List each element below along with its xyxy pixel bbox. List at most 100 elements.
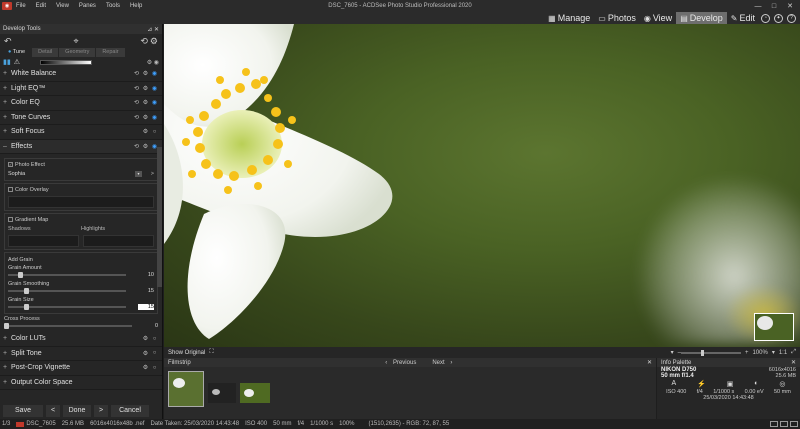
mode-edit[interactable]: ✎ Edit bbox=[727, 12, 759, 24]
navigator-thumbnail[interactable] bbox=[754, 313, 794, 341]
dropdown-arrow-icon[interactable]: ▾ bbox=[135, 171, 142, 177]
next-button[interactable]: Next › bbox=[428, 360, 452, 366]
power-icon[interactable]: ◉ bbox=[150, 99, 159, 106]
cancel-button[interactable]: Cancel bbox=[111, 405, 149, 417]
expand-icon[interactable]: + bbox=[3, 70, 11, 77]
mode-develop[interactable]: ▤ Develop bbox=[676, 12, 727, 24]
section-soft-focus[interactable]: + Soft Focus ⚙ ○ bbox=[0, 125, 162, 140]
slider-knob[interactable] bbox=[24, 288, 29, 294]
warning-icon[interactable]: ⚠ bbox=[14, 58, 20, 66]
power-icon[interactable]: ○ bbox=[150, 336, 159, 342]
power-icon[interactable]: ○ bbox=[150, 365, 159, 371]
settings-icon[interactable]: ⚙ bbox=[150, 36, 158, 46]
slider-knob[interactable] bbox=[4, 323, 9, 329]
thumbnail[interactable] bbox=[240, 383, 270, 403]
view-mode-icon[interactable]: ▾ bbox=[671, 349, 674, 356]
power-icon[interactable]: ◉ bbox=[150, 114, 159, 121]
collapse-icon[interactable]: – bbox=[3, 143, 11, 150]
section-tone-curves[interactable]: + Tone Curves ⟲ ⚙ ◉ bbox=[0, 111, 162, 125]
shadows-color-select[interactable] bbox=[8, 235, 79, 247]
cross-process-slider[interactable]: 0 bbox=[4, 322, 158, 330]
reset-icon[interactable]: ⟲ bbox=[132, 143, 141, 150]
zoom-level[interactable]: 100% bbox=[752, 350, 767, 356]
expand-icon[interactable]: + bbox=[3, 379, 11, 386]
photo-effect-select[interactable]: Sophia ▾ > bbox=[8, 170, 154, 178]
undo-icon[interactable]: ↶ bbox=[4, 36, 12, 47]
next-image-button[interactable]: > bbox=[94, 405, 108, 417]
show-original-button[interactable]: Show Original bbox=[168, 350, 205, 356]
save-button[interactable]: Save bbox=[3, 405, 43, 417]
actual-size-button[interactable]: 1:1 bbox=[779, 350, 787, 356]
reset-icon[interactable]: ⟲ bbox=[140, 36, 148, 46]
slider-value[interactable]: 10 bbox=[138, 272, 154, 278]
menu-file[interactable]: File bbox=[16, 3, 26, 9]
settings-icon[interactable]: ⚙ bbox=[141, 350, 150, 357]
histogram-icon[interactable]: ▮▮ bbox=[3, 58, 11, 66]
settings-icon[interactable]: ⚙ bbox=[141, 335, 150, 342]
crop-focus-icon[interactable]: ⌖ bbox=[73, 36, 78, 47]
reset-icon[interactable]: ⟲ bbox=[132, 85, 141, 92]
power-icon[interactable]: ○ bbox=[150, 350, 159, 356]
tab-detail[interactable]: Detail bbox=[32, 48, 59, 57]
info-close-icon[interactable]: ✕ bbox=[791, 359, 796, 366]
expand-icon[interactable]: + bbox=[3, 128, 11, 135]
tab-tune[interactable]: ● Tune bbox=[2, 48, 31, 57]
color-overlay-select[interactable] bbox=[8, 196, 154, 208]
expand-icon[interactable]: + bbox=[3, 335, 11, 342]
slider-track[interactable] bbox=[8, 304, 126, 310]
fullscreen-icon[interactable]: ⛶ bbox=[209, 349, 213, 356]
done-button[interactable]: Done bbox=[63, 405, 91, 417]
settings-icon[interactable]: ⚙ bbox=[141, 99, 150, 106]
zoom-in-icon[interactable]: + bbox=[745, 350, 749, 356]
settings-icon[interactable]: ⚙ bbox=[141, 85, 150, 92]
expand-icon[interactable]: + bbox=[3, 85, 11, 92]
thumbnail[interactable] bbox=[208, 383, 236, 403]
thumbnail-selected[interactable] bbox=[168, 371, 204, 407]
mode-view[interactable]: ◉ View bbox=[640, 12, 676, 24]
reset-icon[interactable]: ⟲ bbox=[132, 70, 141, 77]
zoom-slider[interactable] bbox=[680, 349, 741, 356]
fit-icon[interactable]: ⤢ bbox=[791, 349, 796, 356]
expand-icon[interactable]: + bbox=[3, 114, 11, 121]
slider-value-input[interactable]: 15 bbox=[138, 304, 154, 310]
settings-icon[interactable]: ⚙ bbox=[147, 60, 152, 66]
tab-repair[interactable]: Repair bbox=[96, 48, 125, 57]
pin-icon[interactable]: ⊿ bbox=[147, 27, 152, 33]
slider-knob[interactable] bbox=[24, 304, 29, 310]
expand-icon[interactable]: + bbox=[3, 99, 11, 106]
zoom-knob[interactable] bbox=[700, 349, 704, 356]
color-profile-icon[interactable] bbox=[790, 421, 798, 427]
section-white-balance[interactable]: + White Balance ⟲ ⚙ ◉ bbox=[0, 67, 162, 82]
layout-icon[interactable] bbox=[770, 421, 778, 427]
section-color-eq[interactable]: + Color EQ ⟲ ⚙ ◉ bbox=[0, 96, 162, 111]
section-color-luts[interactable]: + Color LUTs ⚙ ○ bbox=[0, 332, 162, 347]
menu-view[interactable]: View bbox=[56, 3, 69, 9]
settings-icon[interactable]: ⚙ bbox=[141, 364, 150, 371]
section-split-tone[interactable]: + Split Tone ⚙ ○ bbox=[0, 347, 162, 361]
slider-track[interactable] bbox=[8, 288, 126, 294]
section-light-eq[interactable]: + Light EQ™ ⟲ ⚙ ◉ bbox=[0, 82, 162, 96]
reset-icon[interactable]: ⟲ bbox=[132, 99, 141, 106]
menu-tools[interactable]: Tools bbox=[106, 3, 120, 9]
gradient-map-checkbox[interactable]: Gradient Map bbox=[8, 216, 154, 223]
reset-icon[interactable]: ⟲ bbox=[132, 114, 141, 121]
power-icon[interactable]: ○ bbox=[150, 129, 159, 135]
menu-help[interactable]: Help bbox=[130, 3, 142, 9]
close-icon[interactable]: ✕ bbox=[782, 2, 798, 10]
panel-close-icon[interactable]: ✕ bbox=[154, 27, 159, 33]
grain-smoothing-slider[interactable]: 15 bbox=[8, 287, 154, 295]
help-icon[interactable]: ? bbox=[787, 13, 796, 23]
slider-value[interactable]: 0 bbox=[142, 323, 158, 329]
mode-manage[interactable]: ▦ Manage bbox=[544, 12, 594, 24]
section-effects[interactable]: – Effects ⟲ ⚙ ◉ bbox=[0, 139, 162, 154]
section-post-crop-vignette[interactable]: + Post-Crop Vignette ⚙ ○ bbox=[0, 361, 162, 376]
panel-scrollbar[interactable] bbox=[157, 147, 162, 287]
menu-panes[interactable]: Panes bbox=[79, 3, 96, 9]
previous-button[interactable]: ‹ Previous bbox=[385, 360, 420, 366]
settings-icon[interactable]: ⚙ bbox=[141, 143, 150, 150]
chevron-right-icon[interactable]: > bbox=[142, 171, 154, 177]
photo-effect-checkbox[interactable]: ✓ Photo Effect bbox=[8, 161, 154, 168]
grain-size-slider[interactable]: 15 bbox=[8, 303, 154, 311]
highlights-color-select[interactable] bbox=[83, 235, 154, 247]
settings-icon[interactable]: ⚙ bbox=[141, 128, 150, 135]
